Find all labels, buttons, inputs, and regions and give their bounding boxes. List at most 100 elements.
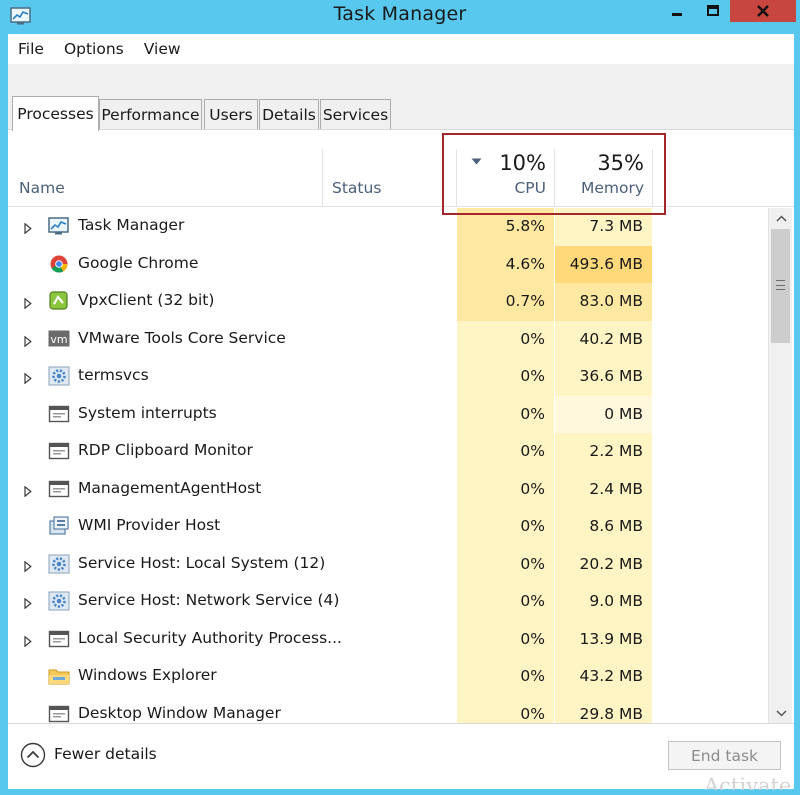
gear-icon [48, 554, 70, 574]
svg-text:vm: vm [50, 333, 67, 346]
process-memory: 83.0 MB [554, 283, 652, 321]
column-divider[interactable] [322, 149, 323, 207]
expand-arrow-icon[interactable] [24, 370, 32, 388]
tab-processes[interactable]: Processes [12, 96, 99, 131]
process-cpu: 0% [457, 395, 554, 433]
expand-arrow-icon[interactable] [24, 483, 32, 501]
process-memory: 7.3 MB [554, 208, 652, 246]
tab-strip: Processes Performance Users Details Serv… [8, 64, 794, 131]
menu-bar: File Options View [8, 34, 794, 64]
scroll-up-button[interactable] [769, 208, 793, 228]
activation-watermark: Activate [704, 774, 792, 790]
process-row[interactable]: Service Host: Network Service (4) 0% 9.0 M… [8, 583, 768, 621]
process-row[interactable]: ManagementAgentHost 0% 2.4 MB [8, 470, 768, 508]
process-row[interactable]: Windows Explorer 0% 43.2 MB [8, 658, 768, 696]
process-row[interactable]: RDP Clipboard Monitor 0% 2.2 MB [8, 433, 768, 471]
chevron-up-icon [775, 214, 787, 222]
scroll-down-button[interactable] [769, 703, 793, 723]
process-cpu: 0% [457, 433, 554, 471]
process-name: Google Chrome [78, 253, 199, 272]
menu-options[interactable]: Options [54, 40, 134, 58]
tab-details[interactable]: Details [259, 99, 319, 129]
expand-arrow-icon [24, 560, 32, 572]
column-header-cpu[interactable]: CPU [456, 179, 546, 197]
window-client-area: File Options View Processes Performance … [8, 34, 794, 790]
maximize-button[interactable] [696, 0, 730, 22]
process-memory: 20.2 MB [554, 545, 652, 583]
window-app-icon [48, 629, 70, 649]
process-row[interactable]: Desktop Window Manager 0% 29.8 MB [8, 695, 768, 724]
process-memory: 493.6 MB [554, 245, 652, 283]
process-name: Local Security Authority Process... [78, 628, 342, 647]
expand-arrow-icon [24, 297, 32, 310]
process-row[interactable]: Google Chrome 4.6% 493.6 MB [8, 245, 768, 283]
process-row[interactable]: System interrupts 0% 0 MB [8, 395, 768, 433]
process-row[interactable]: WMI Provider Host 0% 8.6 MB [8, 508, 768, 546]
process-row[interactable]: Local Security Authority Process... 0% 13.… [8, 620, 768, 658]
process-row[interactable]: vm VMware Tools Core Service 0% 40.2 MB [8, 320, 768, 358]
process-memory: 40.2 MB [554, 320, 652, 358]
menu-file[interactable]: File [8, 40, 54, 58]
expand-arrow-icon [24, 335, 32, 347]
vertical-scrollbar[interactable] [768, 208, 792, 723]
expand-arrow-icon[interactable] [24, 595, 32, 613]
expand-arrow-icon [24, 485, 32, 497]
close-button[interactable] [730, 0, 796, 22]
process-row[interactable]: VpxClient (32 bit) 0.7% 83.0 MB [8, 283, 768, 321]
expand-arrow-icon [24, 372, 32, 385]
fewer-details-link[interactable]: Fewer details [54, 745, 157, 763]
column-divider[interactable] [652, 149, 653, 207]
process-row[interactable]: Service Host: Local System (12) 0% 20.2 MB [8, 545, 768, 583]
end-task-button[interactable]: End task [668, 741, 781, 770]
column-header-memory[interactable]: Memory [554, 179, 644, 197]
column-header-status[interactable]: Status [332, 179, 381, 197]
scrollbar-thumb[interactable] [771, 229, 790, 343]
process-cpu: 0% [457, 508, 554, 546]
process-memory: 8.6 MB [554, 508, 652, 546]
window-app-icon [48, 404, 70, 424]
footer-bar: Fewer details End task Activate [8, 723, 794, 790]
cpu-total-percent[interactable]: 10% [456, 151, 546, 175]
process-memory: 43.2 MB [554, 658, 652, 696]
process-name: Service Host: Network Service (4) [78, 591, 340, 609]
expand-arrow-icon[interactable] [24, 333, 32, 351]
expand-arrow-icon[interactable] [24, 295, 32, 313]
tab-users[interactable]: Users [204, 99, 258, 129]
minimize-button[interactable] [658, 0, 696, 22]
process-cpu: 5.8% [457, 208, 554, 246]
vpxclient-icon [48, 291, 70, 311]
fewer-details-icon[interactable] [20, 742, 46, 768]
process-name: WMI Provider Host [78, 516, 221, 534]
grip-icon [776, 280, 785, 290]
process-name: RDP Clipboard Monitor [78, 441, 253, 459]
process-row[interactable]: Task Manager 5.8% 7.3 MB [8, 208, 768, 246]
expand-arrow-icon [24, 597, 32, 610]
processes-panel: Name Status 10% CPU 35% Memory Task Mana… [8, 131, 794, 723]
process-name: VMware Tools Core Service [78, 328, 286, 347]
process-memory: 0 MB [554, 395, 652, 433]
tab-services[interactable]: Services [320, 99, 391, 129]
window-app-icon [48, 704, 70, 724]
window-app-icon [48, 441, 70, 461]
process-memory: 9.0 MB [554, 583, 652, 621]
process-name: Desktop Window Manager [78, 703, 281, 722]
title-bar[interactable]: Task Manager [0, 0, 800, 34]
process-name: ManagementAgentHost [78, 478, 262, 497]
expand-arrow-icon[interactable] [24, 633, 32, 651]
process-memory: 36.6 MB [554, 358, 652, 396]
memory-total-percent[interactable]: 35% [554, 151, 644, 175]
tab-performance[interactable]: Performance [99, 99, 202, 129]
window-app-icon [48, 479, 70, 499]
process-cpu: 4.6% [457, 245, 554, 283]
menu-view[interactable]: View [134, 40, 191, 58]
expand-arrow-icon[interactable] [24, 220, 32, 238]
process-cpu: 0% [457, 658, 554, 696]
process-row[interactable]: termsvcs 0% 36.6 MB [8, 358, 768, 396]
process-memory: 2.2 MB [554, 433, 652, 471]
process-cpu: 0.7% [457, 283, 554, 321]
process-memory: 13.9 MB [554, 620, 652, 658]
column-header-name[interactable]: Name [19, 179, 65, 197]
close-icon [757, 5, 769, 17]
expand-arrow-icon[interactable] [24, 558, 32, 576]
process-name: Windows Explorer [78, 666, 217, 684]
